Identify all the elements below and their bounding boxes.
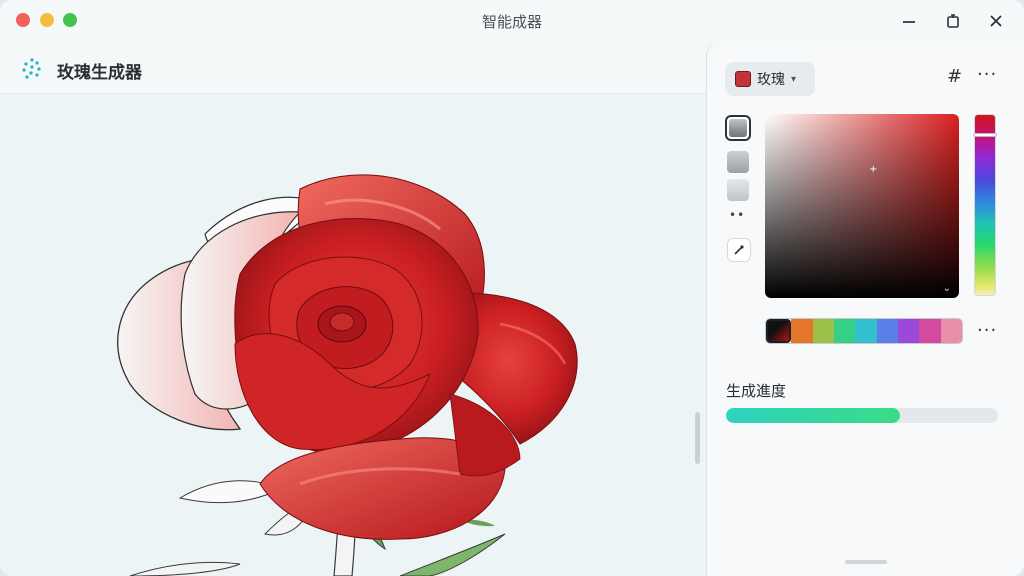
- palette-swatch[interactable]: [940, 319, 962, 343]
- palette-swatch[interactable]: [855, 319, 877, 343]
- window-title: 智能成器: [481, 13, 542, 31]
- palette-swatch[interactable]: [812, 319, 834, 343]
- color-preset-label: 玫瑰: [757, 72, 785, 88]
- rose-illustration: [117, 174, 578, 576]
- app-header: 玫瑰生成器: [0, 42, 706, 94]
- hash-grid-icon[interactable]: #: [947, 66, 962, 87]
- color-preset-select[interactable]: 玫瑰 ▾: [725, 62, 815, 96]
- dotted-spiral-logo-icon: [22, 58, 41, 79]
- more-tools-icon[interactable]: ••: [729, 208, 745, 222]
- gradient-tool-mid[interactable]: [727, 151, 749, 173]
- color-panel: 玫瑰 ▾ # ··· •• + ⌄ ··· 生成進度: [706, 42, 1024, 576]
- minimize-icon: [903, 21, 915, 23]
- gradient-tool-light[interactable]: [727, 179, 749, 201]
- title-bar[interactable]: 智能成器: [0, 0, 1024, 42]
- palette-swatch[interactable]: [919, 319, 941, 343]
- chevron-down-icon: ⌄: [942, 283, 951, 294]
- rose-canvas[interactable]: [0, 94, 706, 576]
- color-palette: [765, 318, 963, 344]
- palette-more-icon[interactable]: ···: [977, 320, 997, 341]
- picker-crosshair-icon[interactable]: +: [869, 164, 877, 175]
- app-window: 智能成器 玫瑰生成器 玫瑰 ▾ # ··· •• + ⌄ ··· 生成進度: [0, 0, 1024, 576]
- restore-button[interactable]: [940, 8, 966, 34]
- main-area: 玫瑰生成器: [0, 42, 706, 576]
- progress-bar: [726, 408, 998, 423]
- progress-label: 生成進度: [726, 382, 787, 400]
- gradient-tool-dark[interactable]: [725, 115, 751, 141]
- progress-fill: [726, 408, 901, 423]
- palette-swatch[interactable]: [876, 319, 898, 343]
- canvas-scroll-handle[interactable]: [695, 412, 700, 464]
- palette-swatch[interactable]: [833, 319, 856, 343]
- palette-swatch[interactable]: [897, 319, 920, 343]
- palette-swatch[interactable]: [766, 319, 792, 343]
- eyedropper-icon: [734, 245, 744, 255]
- saturation-value-picker[interactable]: + ⌄: [765, 114, 959, 298]
- minimize-button[interactable]: [896, 8, 922, 34]
- eyedropper-button[interactable]: [727, 238, 751, 262]
- more-horizontal-icon[interactable]: ···: [977, 64, 997, 85]
- chevron-down-icon: ▾: [791, 73, 797, 85]
- selected-color-swatch: [735, 71, 751, 87]
- app-title: 玫瑰生成器: [57, 63, 142, 83]
- palette-swatch[interactable]: [791, 319, 813, 343]
- restore-icon: [947, 14, 959, 28]
- panel-resize-grip[interactable]: [845, 560, 887, 564]
- hue-slider[interactable]: [973, 114, 997, 296]
- hue-slider-thumb[interactable]: [973, 133, 997, 137]
- close-button[interactable]: [983, 8, 1009, 34]
- close-icon: [990, 15, 1002, 27]
